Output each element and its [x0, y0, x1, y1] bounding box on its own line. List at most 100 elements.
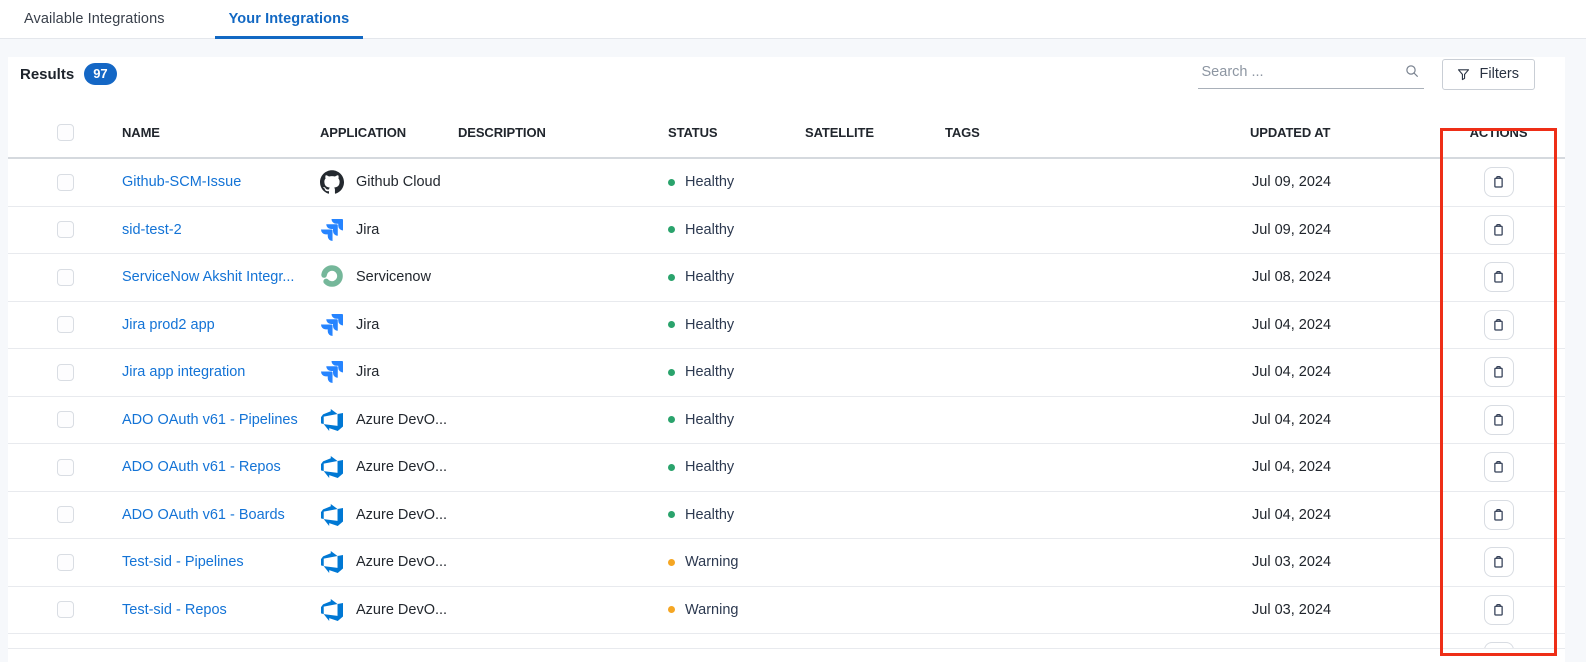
status-cell: Warning — [668, 602, 805, 618]
row-checkbox[interactable] — [57, 269, 74, 286]
delete-button[interactable] — [1484, 405, 1514, 435]
application-cell: Jira — [320, 218, 458, 242]
integration-name-link[interactable]: Jira prod2 app — [122, 317, 320, 333]
row-checkbox-cell — [8, 554, 122, 571]
application-label: Azure DevO... — [356, 507, 447, 523]
row-checkbox-cell — [8, 364, 122, 381]
search-input[interactable] — [1198, 64, 1424, 84]
status-dot — [668, 464, 675, 471]
status-cell: Healthy — [668, 174, 805, 190]
status-label: Healthy — [685, 317, 734, 333]
application-label: Github Cloud — [356, 174, 441, 190]
delete-button[interactable] — [1484, 167, 1514, 197]
header-tags: TAGS — [945, 125, 1250, 140]
table-row: Jira prod2 app Ji — [8, 302, 1565, 350]
actions-cell — [1360, 262, 1565, 292]
status-cell: Warning — [668, 554, 805, 570]
jira-icon — [320, 313, 344, 337]
application-label: Jira — [356, 317, 379, 333]
azure-devops-icon — [320, 503, 344, 527]
application-label: Azure DevO... — [356, 412, 447, 428]
status-label: Healthy — [685, 222, 734, 238]
row-checkbox-cell — [8, 601, 122, 618]
table-body: Github-SCM-Issue — [8, 159, 1565, 634]
azure-devops-icon — [320, 598, 344, 622]
application-cell: Jira — [320, 313, 458, 337]
header-updated-at: UPDATED AT — [1250, 125, 1360, 140]
integration-name-link[interactable]: Jira app integration — [122, 364, 320, 380]
status-label: Warning — [685, 554, 738, 570]
application-cell: Jira — [320, 360, 458, 384]
row-checkbox[interactable] — [57, 221, 74, 238]
table-header-row: NAME APPLICATION DESCRIPTION STATUS SATE… — [8, 107, 1565, 159]
updated-at-cell: Jul 09, 2024 — [1250, 222, 1360, 238]
delete-button[interactable] — [1484, 357, 1514, 387]
updated-at-cell: Jul 08, 2024 — [1250, 269, 1360, 285]
application-label: Azure DevO... — [356, 459, 447, 475]
status-label: Warning — [685, 602, 738, 618]
status-cell: Healthy — [668, 459, 805, 475]
application-cell: Azure DevO... — [320, 455, 458, 479]
tab-your-integrations[interactable]: Your Integrations — [215, 0, 364, 38]
row-checkbox-cell — [8, 506, 122, 523]
updated-at-cell: Jul 04, 2024 — [1250, 412, 1360, 428]
row-checkbox[interactable] — [57, 316, 74, 333]
actions-cell — [1360, 405, 1565, 435]
integration-name-link[interactable]: ADO OAuth v61 - Boards — [122, 507, 320, 523]
status-label: Healthy — [685, 459, 734, 475]
status-label: Healthy — [685, 174, 734, 190]
delete-button[interactable] — [1484, 310, 1514, 340]
updated-at-cell: Jul 09, 2024 — [1250, 174, 1360, 190]
row-checkbox[interactable] — [57, 459, 74, 476]
azure-devops-icon — [320, 455, 344, 479]
application-cell: Azure DevO... — [320, 503, 458, 527]
updated-at-cell: Jul 03, 2024 — [1250, 602, 1360, 618]
integration-name-link[interactable]: ADO OAuth v61 - Repos — [122, 459, 320, 475]
row-checkbox[interactable] — [57, 174, 74, 191]
delete-button[interactable] — [1484, 547, 1514, 577]
status-cell: Healthy — [668, 364, 805, 380]
integration-name-link[interactable]: Test-sid - Repos — [122, 602, 320, 618]
row-checkbox[interactable] — [57, 411, 74, 428]
row-checkbox-cell — [8, 316, 122, 333]
integration-name-link[interactable]: sid-test-2 — [122, 222, 320, 238]
status-cell: Healthy — [668, 507, 805, 523]
row-checkbox[interactable] — [57, 506, 74, 523]
actions-cell — [1360, 167, 1565, 197]
table-row: ADO OAuth v61 - Repos — [8, 444, 1565, 492]
status-dot — [668, 369, 675, 376]
status-label: Healthy — [685, 269, 734, 285]
integration-name-link[interactable]: Github-SCM-Issue — [122, 174, 320, 190]
delete-button[interactable] — [1484, 262, 1514, 292]
delete-button[interactable] — [1484, 642, 1514, 649]
delete-button[interactable] — [1484, 500, 1514, 530]
row-checkbox-cell — [8, 459, 122, 476]
search-icon[interactable] — [1404, 63, 1420, 79]
header-actions: ACTIONS — [1398, 125, 1528, 140]
delete-button[interactable] — [1484, 215, 1514, 245]
status-dot — [668, 274, 675, 281]
integration-name-link[interactable]: Test-sid - Pipelines — [122, 554, 320, 570]
row-checkbox[interactable] — [57, 364, 74, 381]
application-label: Jira — [356, 222, 379, 238]
row-checkbox[interactable] — [57, 554, 74, 571]
jira-icon — [320, 360, 344, 384]
row-checkbox-cell — [8, 411, 122, 428]
status-dot — [668, 606, 675, 613]
select-all-checkbox[interactable] — [57, 124, 74, 141]
delete-button[interactable] — [1484, 452, 1514, 482]
status-dot — [668, 321, 675, 328]
row-checkbox[interactable] — [57, 601, 74, 618]
delete-button[interactable] — [1484, 595, 1514, 625]
actions-cell — [1360, 547, 1565, 577]
github-icon — [320, 170, 344, 194]
status-label: Healthy — [685, 364, 734, 380]
integration-name-link[interactable]: ADO OAuth v61 - Pipelines — [122, 412, 320, 428]
row-checkbox-cell — [8, 174, 122, 191]
integration-name-link[interactable]: ServiceNow Akshit Integr... — [122, 269, 320, 285]
filter-funnel-icon — [1456, 67, 1471, 82]
filters-button[interactable]: Filters — [1442, 59, 1535, 90]
updated-at-cell: Jul 04, 2024 — [1250, 364, 1360, 380]
tab-available-integrations[interactable]: Available Integrations — [10, 0, 179, 38]
application-label: Azure DevO... — [356, 554, 447, 570]
